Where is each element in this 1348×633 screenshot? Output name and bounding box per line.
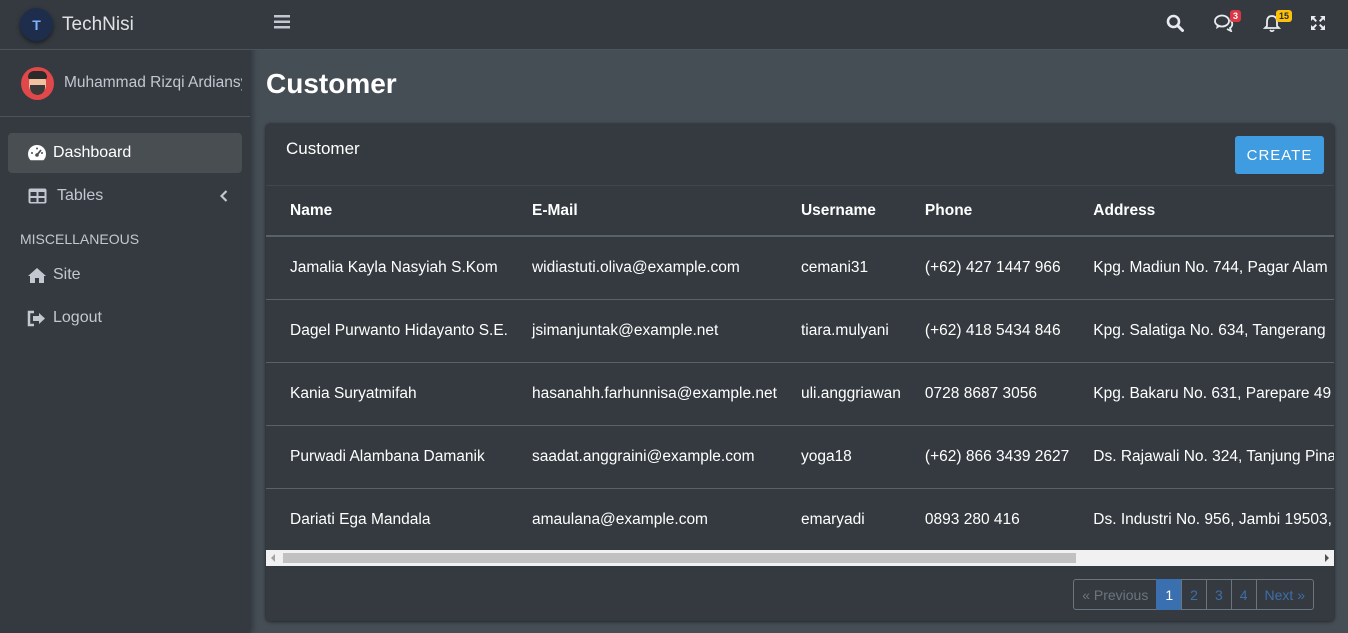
sidebar-item-label: Tables	[57, 187, 104, 204]
sign-out-icon	[27, 308, 47, 328]
customer-table: Name E-Mail Username Phone Address Jamal…	[266, 186, 1334, 552]
sidebar-nav: Dashboard Tables MISCELLANEOUS Site Logo…	[0, 117, 250, 338]
page-title: Customer	[266, 68, 397, 99]
cell-username: uli.anggriawan	[776, 362, 901, 426]
column-header-username[interactable]: Username	[776, 186, 901, 237]
pagination-next[interactable]: Next »	[1255, 579, 1314, 610]
cell-email: jsimanjuntak@example.net	[507, 299, 777, 363]
pagination-page-3[interactable]: 3	[1205, 579, 1232, 610]
cell-username: emaryadi	[776, 488, 901, 552]
table-row[interactable]: Dariati Ega Mandala amaulana@example.com…	[266, 488, 1334, 552]
sidebar-item-dashboard[interactable]: Dashboard	[8, 133, 242, 173]
cell-email: saadat.anggraini@example.com	[507, 425, 777, 489]
user-name[interactable]: Muhammad Rizqi Ardiansyah	[64, 74, 242, 92]
column-header-phone[interactable]: Phone	[900, 186, 1070, 237]
search-icon[interactable]	[1164, 12, 1186, 34]
cell-phone: 0728 8687 3056	[900, 362, 1070, 426]
pagination-page-2[interactable]: 2	[1181, 579, 1207, 610]
cell-name: Dariati Ega Mandala	[266, 488, 508, 552]
sidebar-item-label: Logout	[53, 309, 102, 326]
cell-address: Kpg. Madiun No. 744, Pagar Alam	[1069, 236, 1334, 300]
top-navbar: 3 15	[250, 0, 1348, 50]
card-header: Customer CREATE	[266, 124, 1334, 186]
cell-address: Kpg. Bakaru No. 631, Parepare 49	[1069, 362, 1334, 426]
cell-address: Ds. Rajawali No. 324, Tanjung Pina	[1069, 425, 1334, 489]
sidebar: T TechNisi Muhammad Rizqi Ardiansyah Das…	[0, 0, 250, 633]
fullscreen-icon[interactable]	[1307, 12, 1329, 34]
customer-card: Customer CREATE Name E-Mail Username Pho…	[266, 124, 1334, 621]
cell-email: amaulana@example.com	[507, 488, 777, 552]
table-row[interactable]: Purwadi Alambana Damanik saadat.anggrain…	[266, 425, 1334, 489]
sidebar-item-label: Dashboard	[53, 144, 132, 161]
messages-badge: 3	[1230, 10, 1242, 22]
brand-link[interactable]: T TechNisi	[0, 0, 250, 50]
cell-address: Kpg. Salatiga No. 634, Tangerang	[1069, 299, 1334, 363]
brand-name: TechNisi	[62, 13, 134, 35]
cell-email: widiastuti.oliva@example.com	[507, 236, 777, 300]
pagination-page-1[interactable]: 1	[1156, 579, 1183, 610]
pagination: « Previous 1 2 3 4 Next »	[1073, 579, 1314, 610]
cell-name: Kania Suryatmifah	[266, 362, 508, 426]
cell-email: hasanahh.farhunnisa@example.net	[507, 362, 777, 426]
user-panel[interactable]: Muhammad Rizqi Ardiansyah	[0, 50, 250, 117]
tachometer-icon	[27, 143, 47, 163]
scroll-right-icon[interactable]	[1325, 554, 1329, 562]
column-header-address[interactable]: Address	[1069, 186, 1334, 237]
table-row[interactable]: Kania Suryatmifah hasanahh.farhunnisa@ex…	[266, 362, 1334, 426]
notifications-badge: 15	[1276, 10, 1293, 22]
table-row[interactable]: Jamalia Kayla Nasyiah S.Kom widiastuti.o…	[266, 236, 1334, 300]
cell-name: Dagel Purwanto Hidayanto S.E.	[266, 299, 508, 363]
sidebar-section-header: MISCELLANEOUS	[20, 231, 140, 247]
cell-phone: (+62) 866 3439 2627	[900, 425, 1070, 489]
cell-name: Jamalia Kayla Nasyiah S.Kom	[266, 236, 508, 300]
messages-icon[interactable]: 3	[1213, 10, 1242, 34]
sidebar-item-logout[interactable]: Logout	[8, 298, 242, 338]
cell-username: cemani31	[776, 236, 901, 300]
cell-name: Purwadi Alambana Damanik	[266, 425, 508, 489]
home-icon	[27, 265, 47, 285]
cell-phone: 0893 280 416	[900, 488, 1070, 552]
cell-phone: (+62) 418 5434 846	[900, 299, 1070, 363]
sidebar-item-label: Site	[53, 266, 81, 283]
avatar	[21, 66, 54, 100]
column-header-name[interactable]: Name	[266, 186, 508, 237]
table-icon	[27, 186, 47, 206]
menu-toggle-icon[interactable]	[274, 15, 290, 29]
chevron-left-icon	[219, 189, 228, 207]
pagination-page-4[interactable]: 4	[1230, 579, 1257, 610]
cell-phone: (+62) 427 1447 966	[900, 236, 1070, 300]
create-button[interactable]: CREATE	[1235, 136, 1324, 174]
table-header-row: Name E-Mail Username Phone Address	[266, 186, 1334, 237]
scroll-left-icon[interactable]	[271, 554, 275, 562]
scrollbar-thumb[interactable]	[283, 553, 1076, 563]
horizontal-scrollbar[interactable]	[266, 550, 1334, 566]
cell-username: tiara.mulyani	[776, 299, 901, 363]
table-scroll-container[interactable]: Name E-Mail Username Phone Address Jamal…	[266, 186, 1334, 554]
cell-username: yoga18	[776, 425, 901, 489]
cell-address: Ds. Industri No. 956, Jambi 19503,	[1069, 488, 1334, 552]
sidebar-item-site[interactable]: Site	[8, 255, 242, 295]
brand-logo: T	[20, 8, 53, 41]
card-title: Customer	[286, 139, 360, 158]
sidebar-item-tables[interactable]: Tables	[8, 176, 242, 216]
bell-icon[interactable]: 15	[1261, 10, 1293, 34]
column-header-email[interactable]: E-Mail	[507, 186, 777, 237]
pagination-previous: « Previous	[1073, 579, 1158, 610]
table-row[interactable]: Dagel Purwanto Hidayanto S.E. jsimanjunt…	[266, 299, 1334, 363]
